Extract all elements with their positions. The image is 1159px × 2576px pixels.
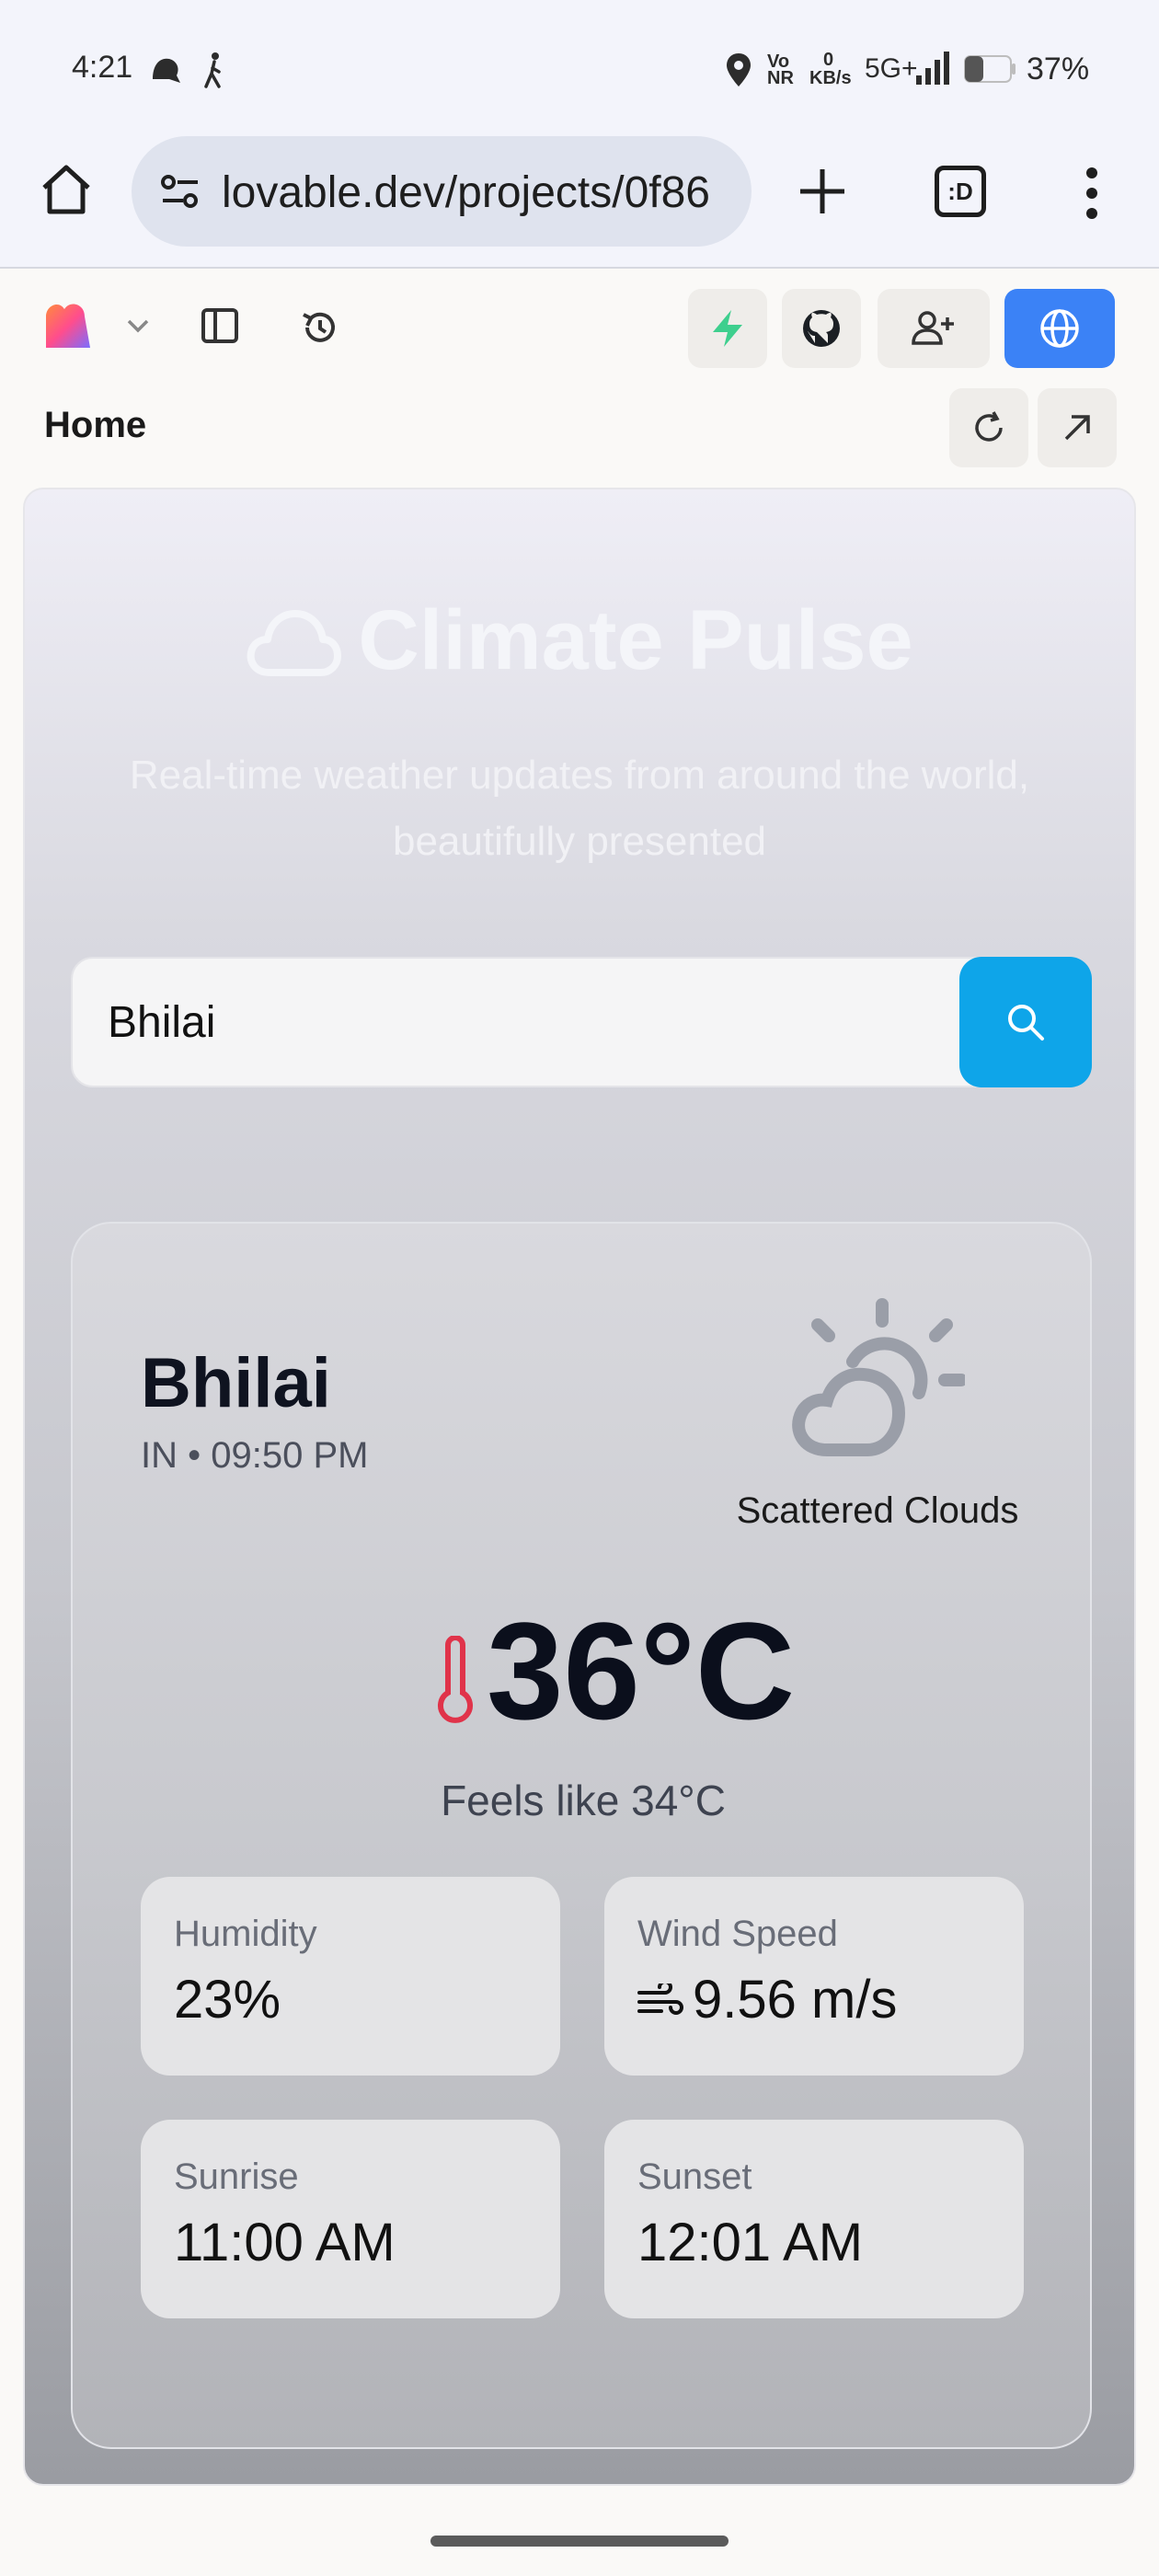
lovable-logo-icon[interactable] bbox=[42, 298, 96, 351]
sunset-label: Sunset bbox=[637, 2156, 752, 2197]
wind-icon bbox=[637, 1984, 683, 2015]
refresh-icon bbox=[975, 411, 1003, 442]
walking-icon bbox=[204, 52, 221, 88]
sunrise-value: 11:00 AM bbox=[174, 2213, 396, 2272]
tab-switcher-label: :D bbox=[947, 177, 973, 205]
notification-icon bbox=[153, 58, 180, 83]
network-nr: NR bbox=[767, 68, 794, 88]
location-icon bbox=[727, 53, 751, 86]
invite-button[interactable] bbox=[878, 289, 990, 368]
city-search-input[interactable]: Bhilai bbox=[71, 957, 1044, 1087]
feels-like: Feels like 34°C bbox=[441, 1777, 726, 1824]
github-icon bbox=[803, 310, 840, 347]
status-time: 4:21 bbox=[72, 50, 133, 85]
humidity-label: Humidity bbox=[174, 1914, 317, 1954]
sunset-tile: Sunset 12:01 AM bbox=[604, 2120, 1024, 2318]
search-icon bbox=[1008, 1005, 1044, 1041]
data-rate-unit: KB/s bbox=[809, 68, 852, 88]
partly-cloudy-icon bbox=[792, 1298, 965, 1456]
humidity-tile: Humidity 23% bbox=[141, 1877, 560, 2076]
country-time: IN • 09:50 PM bbox=[141, 1435, 369, 1476]
status-bar: 4:21 Vo NR 0 KB/s 5G+ 37% bbox=[0, 0, 1159, 138]
city-name: Bhilai bbox=[141, 1344, 331, 1422]
sunrise-tile: Sunrise 11:00 AM bbox=[141, 2120, 560, 2318]
site-settings-icon[interactable] bbox=[157, 169, 203, 215]
network-type: 5G+ bbox=[865, 53, 918, 84]
history-icon[interactable] bbox=[300, 307, 340, 348]
sunset-value: 12:01 AM bbox=[637, 2213, 864, 2272]
supabase-icon bbox=[713, 310, 742, 347]
sunrise-label: Sunrise bbox=[174, 2156, 299, 2197]
app-preview: Climate Pulse Real-time weather updates … bbox=[23, 488, 1136, 2486]
wind-speed-label: Wind Speed bbox=[637, 1914, 838, 1954]
battery-percent: 37% bbox=[1027, 52, 1090, 86]
open-external-button[interactable] bbox=[1038, 388, 1117, 467]
search-button[interactable] bbox=[959, 957, 1092, 1087]
more-menu-icon[interactable] bbox=[1082, 166, 1102, 221]
wind-speed-tile: Wind Speed 9.56 m/s bbox=[604, 1877, 1024, 2076]
home-indicator[interactable] bbox=[430, 2536, 729, 2547]
weather-condition: Scattered Clouds bbox=[736, 1490, 1019, 1531]
app-title: Climate Pulse bbox=[25, 592, 1134, 689]
temperature: 36°C bbox=[487, 1593, 796, 1748]
humidity-value: 23% bbox=[174, 1970, 281, 2030]
breadcrumb-home[interactable]: Home bbox=[44, 405, 146, 446]
url-text: lovable.dev/projects/0f86 bbox=[222, 168, 710, 217]
weather-card: Bhilai IN • 09:50 PM Scattered Clouds 36… bbox=[71, 1222, 1092, 2449]
editor-toolbar: Home bbox=[0, 270, 1159, 467]
home-icon[interactable] bbox=[39, 162, 94, 217]
sidebar-toggle-icon[interactable] bbox=[201, 307, 239, 344]
cloud-icon bbox=[247, 610, 342, 676]
add-user-icon bbox=[912, 311, 954, 345]
arrow-up-right-icon bbox=[1064, 415, 1090, 441]
signal-icon bbox=[916, 52, 949, 85]
browser-toolbar: lovable.dev/projects/0f86 :D bbox=[0, 120, 1159, 269]
thermometer-icon bbox=[438, 1636, 473, 1723]
chevron-down-icon[interactable] bbox=[125, 316, 151, 335]
supabase-button[interactable] bbox=[688, 289, 767, 368]
app-title-text: Climate Pulse bbox=[358, 593, 913, 687]
tab-switcher-button[interactable]: :D bbox=[935, 166, 986, 217]
app-subtitle: Real-time weather updates from around th… bbox=[129, 753, 1030, 864]
new-tab-icon[interactable] bbox=[797, 166, 848, 217]
search-input-value: Bhilai bbox=[108, 998, 216, 1047]
battery-icon bbox=[964, 55, 1016, 83]
publish-button[interactable] bbox=[1004, 289, 1115, 368]
refresh-preview-button[interactable] bbox=[949, 388, 1028, 467]
globe-icon bbox=[1040, 309, 1079, 348]
github-button[interactable] bbox=[782, 289, 861, 368]
address-bar[interactable]: lovable.dev/projects/0f86 bbox=[132, 136, 752, 247]
wind-speed-value: 9.56 m/s bbox=[693, 1970, 898, 2030]
